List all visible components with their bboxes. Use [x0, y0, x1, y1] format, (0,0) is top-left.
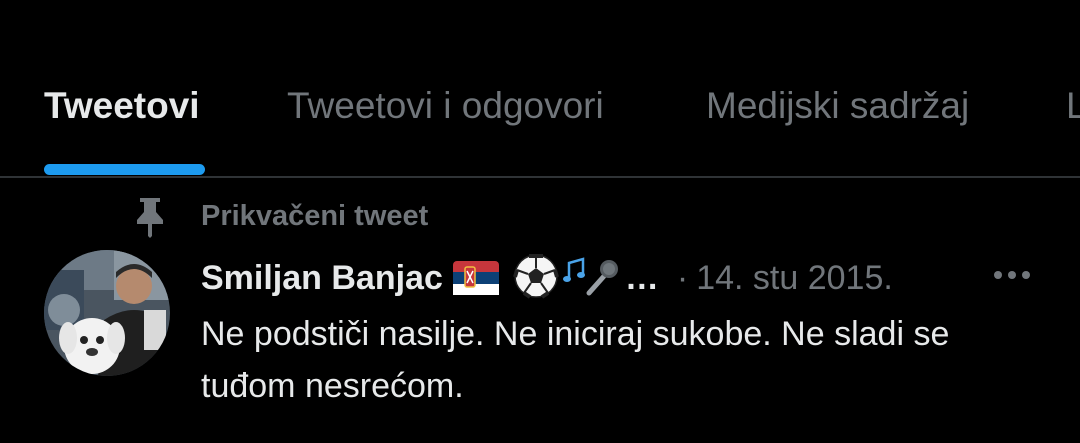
pin-icon: [137, 198, 163, 238]
soccer-ball-icon: [512, 254, 559, 299]
tweet-text: Ne podstiči nasilje. Ne iniciraj sukobe.…: [201, 315, 950, 405]
profile-tabs: Tweetovi Tweetovi i odgovori Medijski sa…: [0, 0, 1080, 178]
tweet-date[interactable]: 14. stu 2015.: [696, 259, 893, 297]
serbia-flag-icon: [452, 261, 499, 295]
separator: ·: [676, 259, 689, 297]
name-ellipsis: …: [624, 259, 659, 297]
active-tab-indicator: [44, 164, 205, 175]
tweet-header: Smiljan Banjac … · 14. stu 2015.: [201, 253, 893, 301]
pinned-tweet-label: Prikvačeni tweet: [201, 200, 429, 232]
musical-notes-icon: [562, 257, 585, 282]
pinned-tweet-indicator: Prikvačeni tweet: [0, 196, 1080, 240]
avatar-photo: [44, 250, 170, 376]
tab-likes[interactable]: Lajkovi: [1066, 84, 1080, 128]
tab-tweets-and-replies[interactable]: Tweetovi i odgovori: [287, 84, 604, 128]
microphone-icon: [586, 260, 618, 296]
tab-tweets[interactable]: Tweetovi: [44, 84, 200, 128]
author-name[interactable]: Smiljan Banjac: [201, 259, 443, 297]
tab-media[interactable]: Medijski sadržaj: [706, 84, 969, 128]
avatar[interactable]: [44, 250, 170, 376]
more-horizontal-icon[interactable]: [990, 260, 1034, 290]
